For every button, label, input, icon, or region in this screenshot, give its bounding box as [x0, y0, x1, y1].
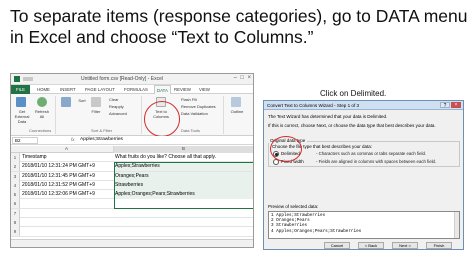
flash-fill-button[interactable]: Flash Fill — [181, 97, 197, 102]
row-number[interactable]: 8 — [11, 218, 20, 228]
tab-page-layout[interactable]: PAGE LAYOUT — [85, 87, 115, 92]
ribbon-separator — [55, 96, 56, 134]
sort-button[interactable]: Sort — [75, 98, 89, 103]
preview-line: 4 Apples;Oranges;Pears;Strawberries — [271, 228, 362, 234]
external-data-icon — [16, 97, 26, 107]
next-button[interactable]: Next > — [392, 242, 418, 249]
row-number[interactable]: 9 — [11, 227, 20, 237]
text-to-columns-wizard: Convert Text to Columns Wizard - Step 1 … — [263, 100, 464, 250]
column-headers: A B — [11, 146, 253, 153]
advanced-button[interactable]: Advanced — [109, 111, 127, 116]
excel-titlebar: Untitled form.csv [Read-Only] - Excel – … — [11, 74, 253, 85]
window-title: Untitled form.csv [Read-Only] - Excel — [81, 76, 163, 82]
cell-a[interactable]: 2018/01/10 12:32:06 PM GMT+9 — [22, 190, 112, 199]
refresh-all-button[interactable]: Refresh All — [33, 109, 51, 119]
quick-access-toolbar[interactable] — [23, 77, 33, 81]
column-header-a[interactable]: A — [20, 146, 114, 153]
row-number[interactable]: 6 — [11, 199, 20, 209]
tab-home[interactable]: HOME — [37, 87, 50, 92]
tab-review[interactable]: REVIEW — [174, 87, 191, 92]
selection-range — [114, 162, 253, 209]
row-number[interactable]: 7 — [11, 208, 20, 218]
delimited-highlight-circle — [270, 136, 302, 162]
formula-bar: B2 fx Apples;Strawberries — [11, 136, 253, 145]
row-number[interactable]: 2 — [11, 162, 20, 172]
table-row: 7 — [11, 208, 253, 219]
wizard-title: Convert Text to Columns Wizard - Step 1 … — [264, 101, 463, 110]
cell-a[interactable]: 2018/01/10 12:31:24 PM GMT+9 — [22, 162, 112, 171]
outline-button[interactable]: Outline — [225, 109, 249, 114]
preview-label: Preview of selected data: — [268, 204, 319, 209]
back-button[interactable]: < Back — [358, 242, 384, 249]
fx-label[interactable]: fx — [71, 137, 75, 142]
callout-text: Click on Delimited. — [320, 89, 387, 98]
tab-formulas[interactable]: FORMULAS — [124, 87, 148, 92]
sheet-tab-bar[interactable] — [11, 239, 253, 247]
column-header-b[interactable]: B — [114, 146, 253, 153]
data-preview[interactable]: 1 Apples;Strawberries 2 Oranges;Pears 3 … — [268, 211, 460, 239]
row-number[interactable]: 4 — [11, 180, 20, 190]
excel-logo-icon — [14, 76, 20, 82]
tab-insert[interactable]: INSERT — [60, 87, 76, 92]
table-row: 9 — [11, 227, 253, 237]
maximize-icon[interactable]: □ — [240, 75, 244, 81]
cell-a[interactable]: Timestamp — [22, 153, 112, 162]
wizard-button-row: Cancel < Back Next > Finish — [264, 242, 463, 249]
cell-b[interactable]: What fruits do you like? Choose all that… — [115, 153, 253, 162]
row-number[interactable]: 5 — [11, 190, 20, 200]
remove-duplicates-button[interactable]: Remove Duplicates — [181, 104, 216, 109]
ribbon: Get External Data Refresh All Connection… — [11, 94, 253, 137]
help-button[interactable]: ? — [440, 102, 450, 109]
clear-button[interactable]: Clear — [109, 97, 119, 102]
filter-button[interactable]: Filter — [87, 109, 105, 114]
table-row: 1 Timestamp What fruits do you like? Choos… — [11, 153, 253, 163]
fixed-width-description: - Fields are aligned in columns with spa… — [316, 159, 437, 164]
cell-a[interactable]: 2018/01/10 12:31:52 PM GMT+9 — [22, 181, 112, 190]
preview-scrollbar[interactable] — [454, 212, 459, 238]
ribbon-separator — [223, 96, 224, 134]
cancel-button[interactable]: Cancel — [324, 242, 350, 249]
filter-icon — [91, 97, 101, 107]
delimited-description: - Characters such as commas or tabs sepa… — [316, 151, 427, 156]
tab-file[interactable]: FILE — [11, 85, 30, 94]
reapply-button[interactable]: Reapply — [109, 104, 124, 109]
minimize-icon[interactable]: – — [234, 75, 237, 81]
outline-icon — [231, 97, 241, 107]
data-validation-button[interactable]: Data Validation — [181, 111, 208, 116]
wizard-intro-1: The Text Wizard has determined that your… — [268, 114, 388, 119]
group-connections: Connections — [29, 128, 52, 133]
ribbon-tabs: FILE HOME INSERT PAGE LAYOUT FORMULAS DA… — [11, 85, 253, 95]
close-button[interactable]: × — [451, 102, 461, 108]
excel-window: Untitled form.csv [Read-Only] - Excel – … — [10, 73, 254, 248]
finish-button[interactable]: Finish — [426, 242, 452, 249]
close-icon[interactable]: × — [247, 75, 251, 81]
wizard-intro-2: If this is correct, choose Next, or choo… — [268, 123, 436, 128]
group-data-tools: Data Tools — [181, 128, 200, 133]
name-box[interactable]: B2 — [12, 137, 38, 144]
refresh-icon — [37, 97, 47, 107]
sort-az-icon — [61, 97, 71, 107]
instruction-heading: To separate items (response categories),… — [10, 6, 468, 47]
group-sort-filter: Sort & Filter — [91, 128, 113, 133]
highlight-circle — [144, 101, 180, 137]
row-number[interactable]: 3 — [11, 171, 20, 181]
row-number[interactable]: 1 — [11, 153, 20, 162]
cell-a[interactable]: 2018/01/10 12:31:45 PM GMT+9 — [22, 172, 112, 181]
ribbon-separator — [141, 96, 142, 134]
formula-input[interactable]: Apples;Strawberries — [80, 137, 123, 142]
get-external-data-button[interactable]: Get External Data — [11, 109, 33, 124]
tab-view[interactable]: VIEW — [199, 87, 210, 92]
table-row: 8 — [11, 218, 253, 228]
